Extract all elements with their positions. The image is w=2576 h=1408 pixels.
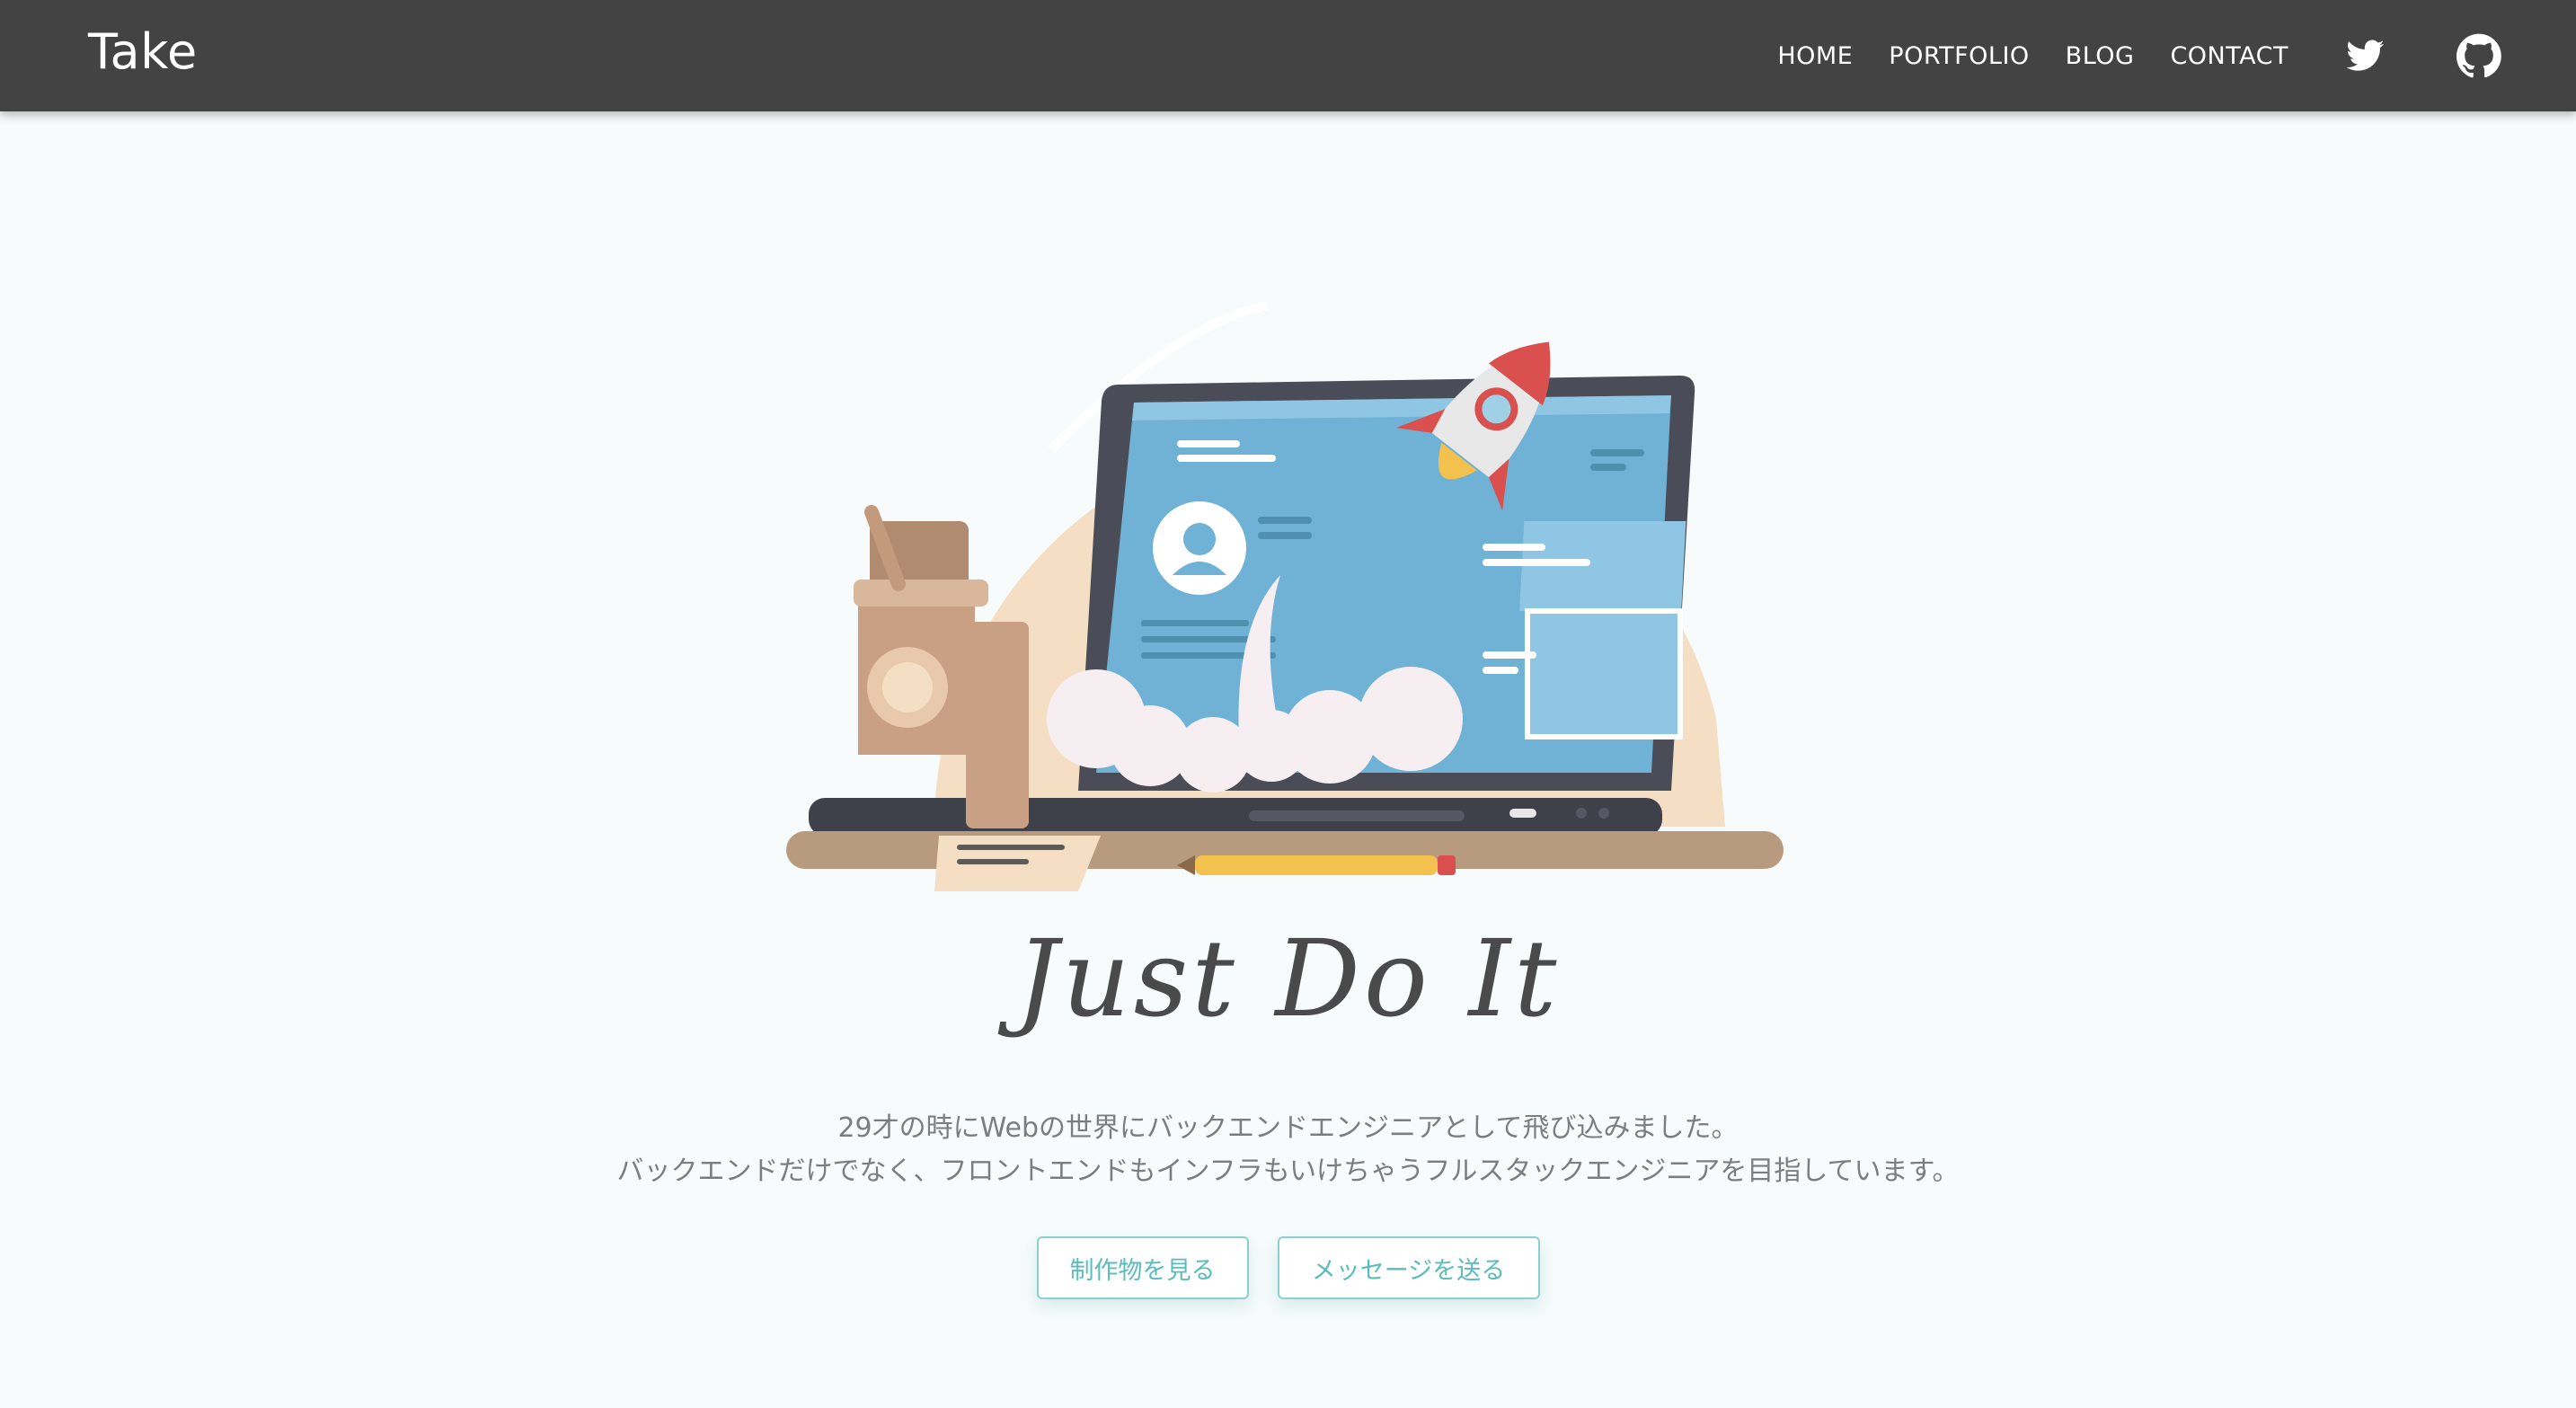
page: Take HOME PORTFOLIO BLOG CONTACT Just Do… [0,0,2576,1408]
navbar: Take HOME PORTFOLIO BLOG CONTACT [0,0,2576,111]
nav-home[interactable]: HOME [1759,42,1871,70]
send-message-button[interactable]: メッセージを送る [1277,1236,1540,1299]
brand-logo[interactable]: Take [88,23,198,80]
pencil [1195,855,1438,875]
intro-line-1: 29才の時にWebの世界にバックエンドエンジニアとして飛び込みました。 [837,1112,1739,1144]
nav-portfolio[interactable]: PORTFOLIO [1871,42,2047,70]
hero-buttons: 制作物を見る メッセージを送る [0,1236,2576,1299]
intro-line-2: バックエンドだけでなく、フロントエンドもインフラもいけちゃうフルスタックエンジニ… [616,1156,1960,1187]
view-works-button[interactable]: 制作物を見る [1036,1236,1249,1299]
nav-links: HOME PORTFOLIO BLOG CONTACT [1759,0,2576,111]
hero-headline: Just Do It [1015,917,1561,1041]
nav-blog[interactable]: BLOG [2048,42,2153,70]
github-icon[interactable] [2454,31,2504,81]
hero-illustration [786,301,1784,891]
nav-contact[interactable]: CONTACT [2152,42,2306,70]
twitter-icon[interactable] [2341,31,2391,81]
hero-intro: 29才の時にWebの世界にバックエンドエンジニアとして飛び込みました。 バックエ… [0,1107,2576,1193]
